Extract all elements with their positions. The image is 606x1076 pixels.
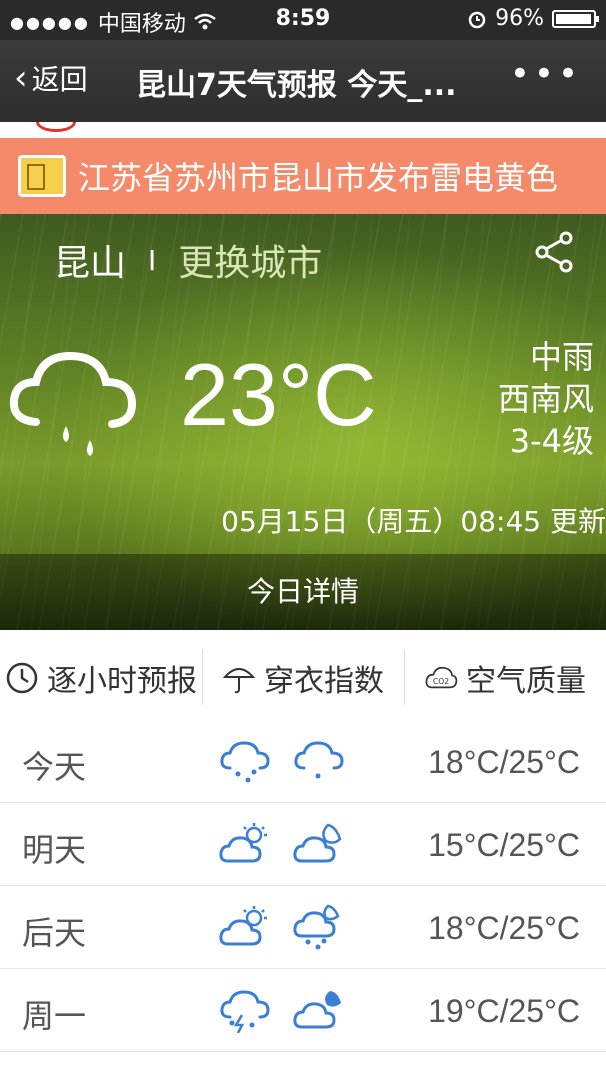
forecast-icons: [218, 821, 346, 867]
forecast-list: 今天 18°C/25°C 明天 15°C/25°C 后天 18°C/25°C 周…: [0, 720, 606, 1052]
forecast-row[interactable]: 后天 18°C/25°C: [0, 886, 606, 969]
cloud-rain-icon: [220, 741, 270, 783]
clock-icon: [6, 662, 38, 693]
forecast-row[interactable]: 今天 18°C/25°C: [0, 720, 606, 803]
tab-air-quality[interactable]: CO2 空气质量: [404, 630, 606, 725]
city-name: 昆山: [54, 243, 127, 284]
tab-label: 穿衣指数: [264, 663, 384, 699]
temperature-range: 18°C/25°C: [428, 910, 580, 946]
city-row: 昆山 I 更换城市: [54, 234, 322, 286]
status-bar: ●●●●● 中国移动 8:59 96%: [0, 0, 606, 40]
update-time: 05月15日（周五）08:45 更新: [221, 505, 606, 538]
forecast-icons: [218, 987, 346, 1033]
back-button[interactable]: ‹ 返回: [14, 58, 88, 98]
header-logo-strip: [0, 122, 606, 138]
moon-cloud-rain-icon: [293, 904, 340, 950]
city-separator: I: [148, 243, 157, 277]
forecast-day: 明天: [22, 831, 87, 869]
tab-dressing-index[interactable]: 穿衣指数: [202, 630, 404, 725]
tab-hourly-forecast[interactable]: 逐小时预报: [0, 630, 202, 725]
forecast-day: 周一: [22, 997, 87, 1035]
forecast-icons: [218, 904, 346, 950]
sun-cloud-icon: [219, 906, 267, 946]
sun-cloud-icon: [219, 823, 267, 863]
current-weather-panel: 昆山 I 更换城市 23°C 中雨 西南风 3-4级 05月15日（周五）08:…: [0, 214, 606, 630]
forecast-row[interactable]: 周一 19°C/25°C: [0, 969, 606, 1052]
wind-direction: 西南风: [497, 380, 594, 418]
temperature-range: 15°C/25°C: [428, 827, 580, 863]
condition-block: 中雨 西南风 3-4级: [498, 336, 594, 462]
change-city-link[interactable]: 更换城市: [178, 234, 322, 286]
cloud-rain-icon: [9, 351, 137, 456]
svg-text:CO2: CO2: [433, 676, 449, 685]
tab-label: 逐小时预报: [47, 663, 197, 699]
alert-text: 江苏省苏州市昆山市发布雷电黄色: [78, 159, 559, 197]
temperature-range: 19°C/25°C: [428, 993, 580, 1029]
today-detail-button[interactable]: 今日详情: [0, 554, 606, 630]
warning-sign-icon: [18, 155, 66, 197]
co2-cloud-icon: CO2: [425, 666, 458, 688]
forecast-icons: [218, 738, 346, 784]
share-icon[interactable]: [532, 230, 576, 274]
weather-alert-banner[interactable]: 江苏省苏州市昆山市发布雷电黄色: [0, 138, 606, 214]
current-temperature: 23°C: [180, 345, 377, 444]
moon-cloud-icon: [293, 823, 342, 863]
alarm-icon: [468, 11, 486, 28]
brand-logo-icon: [36, 122, 76, 132]
weather-condition: 中雨: [529, 338, 594, 376]
cloud-rain-icon: [294, 741, 344, 779]
battery-percent: 96%: [495, 6, 544, 31]
nav-bar: ‹ 返回 昆山7天气预报 今天_... •••: [0, 40, 606, 122]
back-label: 返回: [31, 63, 88, 96]
status-right: 96%: [467, 6, 599, 31]
chevron-left-icon: ‹: [14, 58, 28, 98]
cloud-thunder-icon: [220, 990, 270, 1033]
tab-label: 空气质量: [466, 663, 586, 699]
moon-cloud-icon: [293, 991, 341, 1029]
weather-page: ●●●●● 中国移动 8:59 96% ‹ 返回 昆山7天气预报 今天_... …: [0, 0, 606, 1076]
forecast-row[interactable]: 明天 15°C/25°C: [0, 803, 606, 886]
forecast-tabs: 逐小时预报 穿衣指数 CO2 空气质量: [0, 630, 606, 726]
umbrella-icon: [222, 667, 256, 693]
forecast-day: 后天: [22, 914, 87, 952]
ellipsis-icon[interactable]: •••: [510, 54, 582, 94]
wind-level: 3-4级: [509, 422, 594, 460]
battery-icon: [552, 9, 599, 28]
page-title: 昆山7天气预报 今天_...: [136, 68, 457, 103]
forecast-day: 今天: [22, 748, 87, 786]
temperature-range: 18°C/25°C: [428, 744, 580, 780]
